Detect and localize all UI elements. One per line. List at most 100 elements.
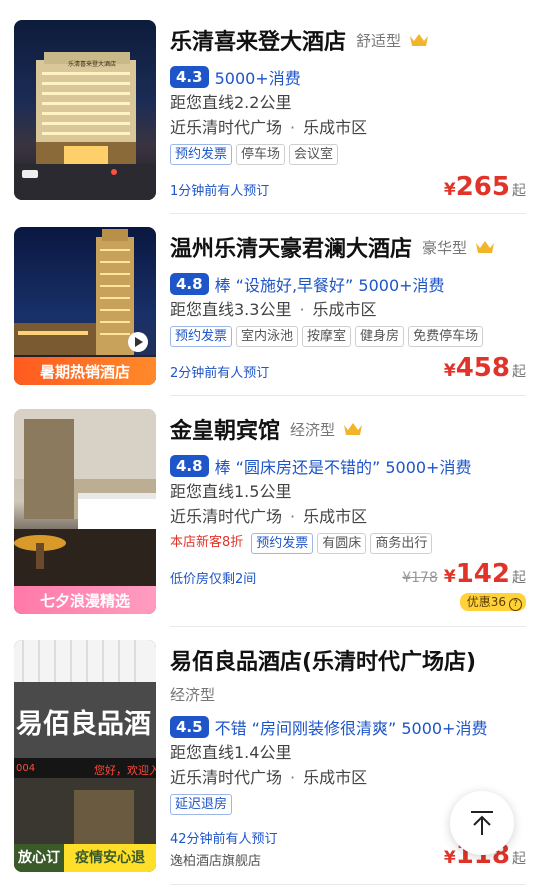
currency-symbol: ¥ <box>443 180 456 200</box>
price[interactable]: ¥ 265 起 <box>444 172 526 202</box>
facility-tag: 健身房 <box>355 326 405 347</box>
facility-tags: 预约发票 停车场 会议室 <box>170 144 526 166</box>
hotel-building-image <box>14 52 156 200</box>
district-text: 乐成市区 <box>303 768 368 787</box>
rating-score: 4.8 <box>170 273 209 295</box>
promo-badge: 放心订 疫情安心退 <box>14 844 156 872</box>
rating-score: 4.3 <box>170 66 209 88</box>
back-to-top-button[interactable] <box>450 791 514 855</box>
separator-dot: · <box>290 768 296 787</box>
district-text: 乐成市区 <box>312 300 377 319</box>
separator-dot: · <box>290 118 296 137</box>
price[interactable]: ¥ 458 起 <box>444 353 526 383</box>
distance-text: 距您直线2.2公里 <box>170 93 292 112</box>
low-stock-text: 低价房仅剩2间 <box>170 572 257 587</box>
card-footer: 2分钟前有人预订 ¥ 458 起 <box>170 353 526 387</box>
hotel-info: 乐清喜来登大酒店 舒适型 4.3 5000+消费 距您直线2.2公里 近乐清时代… <box>170 20 526 166</box>
hotel-card[interactable]: 乐清喜来登大酒店 乐清喜来登大酒店 舒适型 4.3 5000+消费 距您直线2.… <box>0 20 540 202</box>
hotel-name[interactable]: 乐清喜来登大酒店 <box>170 24 346 56</box>
play-icon[interactable] <box>127 331 149 353</box>
hotel-type-line: 经济型 <box>170 680 526 710</box>
promo-badge: 七夕浪漫精选 <box>14 586 156 614</box>
price-amount: 458 <box>455 353 510 383</box>
crown-icon <box>476 241 495 253</box>
hotel-type: 经济型 <box>170 686 216 704</box>
discount-text: 优惠36 <box>466 595 506 609</box>
rating-score: 4.5 <box>170 716 209 738</box>
recent-booking-text: 42分钟前有人预订 <box>170 832 278 847</box>
brand-store-text[interactable]: 逸柏酒店旗舰店 <box>170 850 261 869</box>
original-price: ¥178 <box>402 570 438 586</box>
promo-badge: 暑期热销酒店 <box>14 357 156 385</box>
divider <box>170 395 526 396</box>
rating-score: 4.8 <box>170 455 209 477</box>
crown-icon <box>344 423 363 435</box>
district-text: 乐成市区 <box>303 507 368 526</box>
hotel-card[interactable]: 七夕浪漫精选 金皇朝宾馆 经济型 4.8 棒 “圆床房还是不错的” 5000+消… <box>0 409 540 614</box>
review-summary[interactable]: 5000+消费 <box>215 65 301 89</box>
price-suffix: 起 <box>512 851 526 867</box>
facility-tag: 延迟退房 <box>170 794 233 815</box>
price-suffix: 起 <box>512 570 526 586</box>
review-summary[interactable]: 不错 “房间刚装修很清爽” 5000+消费 <box>215 715 488 739</box>
area-text: 近乐清时代广场 <box>170 768 283 787</box>
hotel-name[interactable]: 金皇朝宾馆 <box>170 413 280 445</box>
location-line: 距您直线3.3公里 · 乐成市区 <box>170 297 526 322</box>
facility-tag: 商务出行 <box>370 533 433 554</box>
hotel-photo[interactable]: 七夕浪漫精选 <box>14 409 156 614</box>
hotel-type: 舒适型 <box>356 31 402 50</box>
distance-text: 距您直线3.3公里 <box>170 300 292 319</box>
divider <box>170 884 526 885</box>
facility-tag: 按摩室 <box>302 326 352 347</box>
recent-booking-text: 1分钟前有人预订 <box>170 184 270 199</box>
price-suffix: 起 <box>512 183 526 199</box>
new-customer-discount-tag: 本店新客8折 <box>170 535 244 550</box>
facility-tags: 本店新客8折 预约发票 有圆床 商务出行 <box>170 533 526 555</box>
facility-tag: 会议室 <box>289 144 339 165</box>
price-suffix: 起 <box>512 364 526 380</box>
facility-tag: 停车场 <box>236 144 286 165</box>
currency-symbol: ¥ <box>443 361 456 381</box>
district-text: 乐成市区 <box>303 118 368 137</box>
facility-tag: 有圆床 <box>317 533 367 554</box>
separator-dot: · <box>299 300 305 319</box>
hotel-sign-text: 易佰良品酒 <box>16 709 151 740</box>
facility-tag: 室内泳池 <box>236 326 299 347</box>
hotel-info: 金皇朝宾馆 经济型 4.8 棒 “圆床房还是不错的” 5000+消费 距您直线1… <box>170 409 526 555</box>
divider <box>170 213 526 214</box>
arrow-up-icon <box>471 811 493 835</box>
sign-number: 004 <box>16 763 36 774</box>
hotel-type: 豪华型 <box>422 238 468 257</box>
facility-tag: 免费停车场 <box>408 326 484 347</box>
hotel-info: 易佰良品酒店(乐清时代广场店) 经济型 4.5 不错 “房间刚装修很清爽” 50… <box>170 640 526 816</box>
location-line: 近乐清时代广场 · 乐成市区 <box>170 504 526 529</box>
card-footer: 1分钟前有人预订 ¥ 265 起 <box>170 172 526 206</box>
discount-badge[interactable]: 优惠36? <box>459 593 526 611</box>
crown-icon <box>410 34 429 46</box>
card-footer: 低价房仅剩2间 ¥178 ¥ 142 起 优惠36? <box>170 559 526 615</box>
area-text: 近乐清时代广场 <box>170 118 283 137</box>
distance-text: 距您直线1.5公里 <box>170 482 292 501</box>
currency-symbol: ¥ <box>443 848 456 868</box>
price-amount: 265 <box>455 172 510 202</box>
review-summary[interactable]: 棒 “设施好,早餐好” 5000+消费 <box>215 272 445 296</box>
price[interactable]: ¥178 ¥ 142 起 <box>402 559 526 589</box>
review-summary[interactable]: 棒 “圆床房还是不错的” 5000+消费 <box>215 454 472 478</box>
facility-tag: 预约发票 <box>251 533 314 554</box>
hotel-photo[interactable]: 乐清喜来登大酒店 <box>14 20 156 200</box>
hotel-name[interactable]: 易佰良品酒店(乐清时代广场店) <box>170 644 476 676</box>
sign-welcome: 您好，欢迎入 <box>94 764 156 777</box>
hotel-type: 经济型 <box>290 420 336 439</box>
facility-tag: 预约发票 <box>170 144 233 165</box>
hotel-name[interactable]: 温州乐清天豪君澜大酒店 <box>170 231 412 263</box>
help-icon[interactable]: ? <box>509 598 522 611</box>
location-line: 近乐清时代广场 · 乐成市区 <box>170 765 526 790</box>
hotel-photo[interactable]: 易佰良品酒 004 您好，欢迎入 放心订 疫情安心退 <box>14 640 156 872</box>
hotel-photo[interactable]: 暑期热销酒店 <box>14 227 156 385</box>
hotel-card[interactable]: 暑期热销酒店 温州乐清天豪君澜大酒店 豪华型 4.8 棒 “设施好,早餐好” 5… <box>0 227 540 385</box>
location-line: 近乐清时代广场 · 乐成市区 <box>170 115 526 140</box>
distance-text: 距您直线1.4公里 <box>170 743 292 762</box>
price-amount: 142 <box>455 559 510 589</box>
area-text: 近乐清时代广场 <box>170 507 283 526</box>
badge-right: 疫情安心退 <box>64 844 156 872</box>
